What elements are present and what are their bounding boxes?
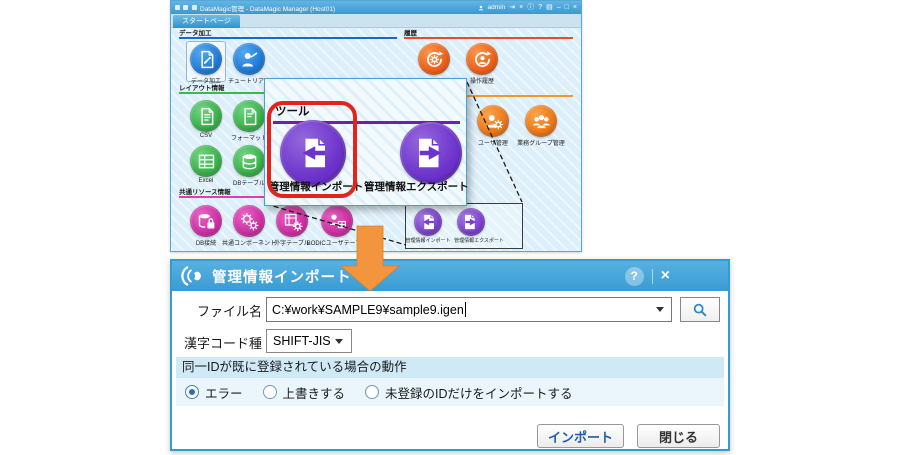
magnifier-icon (692, 302, 708, 318)
db-connection-icon[interactable] (190, 205, 222, 237)
duplicate-id-header: 同一IDが既に登録されている場合の動作 (176, 357, 724, 378)
tutorial-icon[interactable] (233, 43, 265, 75)
export-icon[interactable] (400, 122, 462, 184)
file-name-value: C:¥work¥SAMPLE9¥sample9.igen (272, 303, 464, 317)
radio-overwrite-label: 上書きする (283, 383, 346, 402)
group-management-label: 業務グループ管理 (481, 138, 601, 147)
user-management-icon[interactable] (477, 105, 509, 137)
close-icon[interactable]: × (661, 268, 670, 284)
file-name-combobox[interactable]: C:¥work¥SAMPLE9¥sample9.igen (266, 297, 672, 322)
radio-error[interactable]: エラー (185, 383, 243, 402)
help-icon[interactable]: ? (625, 267, 644, 286)
db-table-icon[interactable] (233, 145, 265, 177)
group-management-icon[interactable] (525, 105, 557, 137)
text-caret (465, 302, 466, 317)
close-button[interactable]: 閉じる (637, 424, 720, 448)
import-dialog: 管理情報インポート ? × ファイル名 C:¥work¥SAMPLE9¥samp… (170, 259, 730, 451)
section-header: 履歴 (404, 27, 417, 37)
import-button[interactable]: インポート (537, 424, 624, 448)
dialog-logo-icon (180, 264, 204, 288)
encoding-label: 漢字コード種 (176, 333, 262, 352)
section-header: データ加工 (179, 27, 212, 37)
section-header: レイアウト情報 (179, 82, 225, 92)
common-components-icon[interactable] (233, 205, 265, 237)
bodic-user-table-icon[interactable] (321, 205, 353, 237)
export-label: 管理情報エクスポート (419, 237, 539, 244)
encoding-value: SHIFT-JIS (273, 334, 331, 348)
export-icon[interactable] (457, 208, 485, 236)
dropdown-arrow-icon[interactable] (656, 307, 664, 312)
radio-unregistered-only[interactable]: 未登録のIDだけをインポートする (365, 383, 573, 402)
format-layout-icon[interactable] (233, 100, 265, 132)
titlebar-divider (652, 269, 653, 284)
import-icon[interactable] (414, 208, 442, 236)
gaiji-table-icon[interactable] (276, 205, 308, 237)
tools-popup: ツール 管理情報インポート管理情報エクスポート (264, 78, 467, 206)
data-processing-icon[interactable] (190, 43, 222, 75)
radio-overwrite-radio-icon[interactable] (263, 385, 277, 399)
radio-unregistered-only-radio-icon[interactable] (365, 385, 379, 399)
browse-button[interactable] (680, 297, 720, 322)
dialog-title: 管理情報インポート (212, 266, 352, 287)
radio-error-radio-icon[interactable] (185, 385, 199, 399)
radio-overwrite[interactable]: 上書きする (263, 383, 346, 402)
section-underline (404, 37, 573, 39)
encoding-select[interactable]: SHIFT-JIS (266, 329, 352, 353)
file-name-label: ファイル名 (176, 301, 262, 320)
dialog-titlebar: 管理情報インポート ? × (172, 261, 728, 291)
section-underline (179, 37, 397, 39)
excel-layout-icon[interactable] (190, 145, 222, 177)
radio-unregistered-only-label: 未登録のIDだけをインポートする (385, 383, 573, 402)
screenshot-canvas: DataMagic管理 - DataMagic Manager (Host01)… (0, 0, 900, 455)
radio-error-label: エラー (205, 383, 243, 402)
export-label: 管理情報エクスポート (364, 179, 468, 194)
section-header: 共通リソース情報 (179, 186, 231, 196)
red-highlight-circle (267, 101, 357, 198)
dropdown-arrow-icon[interactable] (335, 339, 343, 344)
csv-layout-icon[interactable] (190, 100, 222, 132)
operation-history-icon[interactable] (466, 43, 498, 75)
duplicate-id-group: 同一IDが既に登録されている場合の動作 エラー 上書きする 未登録のIDだけをインポ… (176, 357, 724, 406)
execution-history-icon[interactable] (418, 43, 450, 75)
